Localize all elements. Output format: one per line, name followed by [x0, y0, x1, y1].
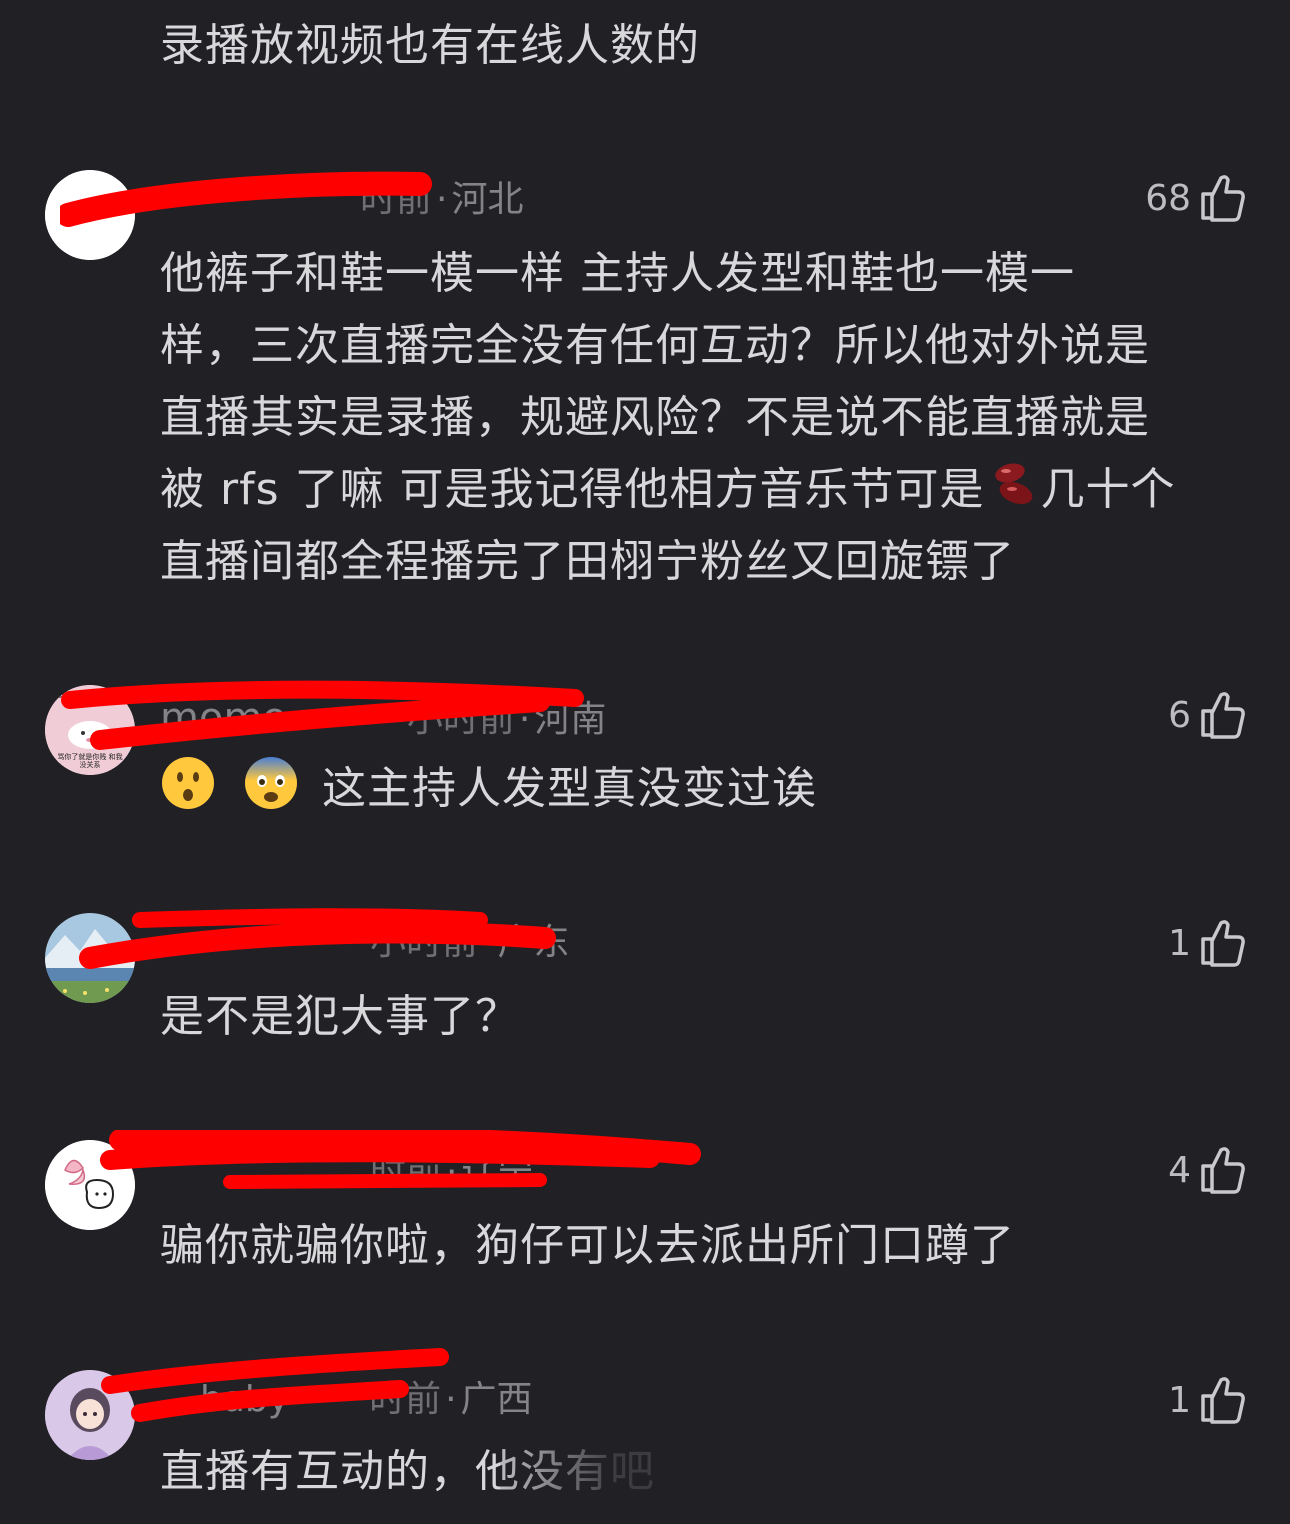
comment-username[interactable]: momo — [160, 695, 287, 741]
thumbs-up-icon — [1201, 692, 1245, 739]
avatar[interactable] — [45, 1140, 135, 1230]
thumbs-up-icon — [1201, 1377, 1245, 1424]
comment-item: 时前 · 河北 68 他裤子和鞋一模一样 主持人发型和鞋也一模一 样，三次直播完全没… — [0, 170, 1290, 610]
watermark-mask — [500, 1442, 790, 1502]
comment-region: 河南 — [534, 699, 607, 740]
avatar[interactable] — [45, 1370, 135, 1460]
like-button[interactable]: 68 — [1145, 170, 1245, 226]
comment-meta: baby 时前 · 广西 — [200, 1379, 533, 1420]
like-count: 6 — [1168, 694, 1191, 736]
comment-meta: momo 小时前 · 河南 — [160, 695, 607, 741]
like-button[interactable]: 4 — [1168, 1142, 1245, 1198]
comment-region: 河北 — [451, 179, 524, 220]
previous-comment-text: 录播放视频也有在线人数的 — [160, 20, 700, 71]
comment-text: 他裤子和鞋一模一样 主持人发型和鞋也一模一 样，三次直播完全没有任何互动？所以他… — [160, 248, 1176, 587]
thumbs-up-icon — [1201, 920, 1245, 967]
comment-item: 小时前 · 广东 1 是不是犯大事了？ — [0, 908, 1290, 1053]
comment-time: 时前 — [370, 1152, 443, 1193]
comment-text: 骗你就骗你啦，狗仔可以去派出所门口蹲了 — [160, 1220, 1015, 1271]
thumbs-up-icon — [1201, 1147, 1245, 1194]
avatar[interactable] — [45, 913, 135, 1003]
avatar-image — [45, 913, 135, 1003]
like-count: 1 — [1168, 1379, 1191, 1421]
comment-time: 小时前 — [406, 699, 515, 740]
like-count: 4 — [1168, 1149, 1191, 1191]
comment-meta: 时前 · 河北 — [360, 179, 524, 220]
avatar-image — [45, 170, 135, 260]
comment-region: 广西 — [460, 1379, 533, 1420]
comment-text: 是不是犯大事了？ — [160, 991, 520, 1042]
comment-item: 时前 · 辽宁 4 骗你就骗你啦，狗仔可以去派出所门口蹲了 — [0, 1130, 1290, 1280]
fearful-face-emoji-icon — [245, 757, 297, 809]
comment-region: 广东 — [497, 922, 570, 963]
comment-meta: 时前 · 辽宁 — [370, 1152, 534, 1193]
avatar-image — [45, 1370, 135, 1460]
comment-text: 这主持人发型真没变过诶 — [160, 753, 1250, 825]
like-count: 68 — [1145, 177, 1191, 219]
like-count: 1 — [1168, 922, 1191, 964]
comment-region: 辽宁 — [461, 1152, 534, 1193]
avatar-image — [45, 1140, 135, 1230]
comment-meta: 小时前 · 广东 — [370, 922, 570, 963]
comment-item: baby 时前 · 广西 1 直播有互动的，他没有吧 — [0, 1348, 1290, 1524]
comment-item: 其实我是持人我小女 骂你了就是你贱 和我没关系 momo小时前·河南 6 — [0, 680, 1290, 835]
comment-username[interactable]: baby — [200, 1379, 289, 1420]
like-button[interactable]: 1 — [1168, 915, 1245, 971]
hushed-face-emoji-icon — [162, 757, 214, 809]
bean-emoji-icon — [995, 463, 1033, 505]
like-button[interactable]: 1 — [1168, 1372, 1245, 1428]
comment-time: 时前 — [369, 1379, 442, 1420]
comment-time: 小时前 — [370, 922, 479, 963]
avatar[interactable] — [45, 170, 135, 260]
thumbs-up-icon — [1201, 175, 1245, 222]
like-button[interactable]: 6 — [1168, 687, 1245, 743]
avatar[interactable]: 其实我是持人我小女 骂你了就是你贱 和我没关系 — [45, 685, 135, 775]
comment-time: 时前 — [360, 179, 433, 220]
